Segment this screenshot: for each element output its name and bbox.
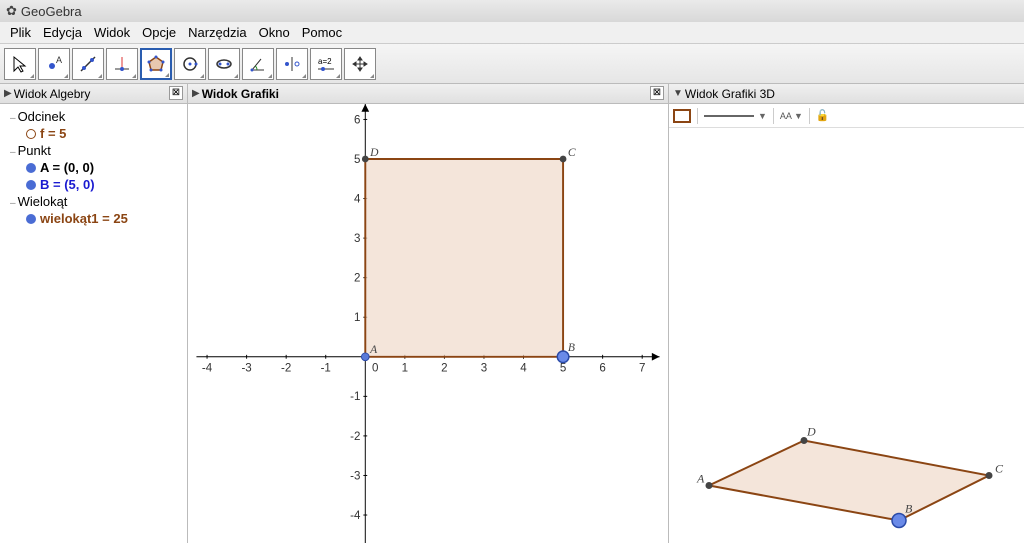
graphics3d-panel: ▼ Widok Grafiki 3D ▼ AA ▼ 🔓 A	[669, 84, 1024, 543]
svg-text:a=2: a=2	[318, 57, 332, 66]
graphics-panel: ▶ Widok Grafiki ⊠ -4 -3 -2 -1 0 1	[188, 84, 669, 543]
tree-item-b[interactable]: B = (5, 0)	[2, 176, 185, 193]
svg-text:-4: -4	[202, 362, 213, 374]
tool-reflect[interactable]	[276, 48, 308, 80]
tool-line[interactable]	[72, 48, 104, 80]
app-icon: ✿	[6, 3, 17, 19]
point-label-b: B	[568, 341, 575, 354]
tool-perpendicular[interactable]	[106, 48, 138, 80]
svg-text:2: 2	[354, 273, 360, 285]
svg-text:-1: -1	[321, 362, 331, 374]
main-area: ▶ Widok Algebry ⊠ –Odcinek f = 5 –Punkt …	[0, 84, 1024, 543]
svg-text:-4: -4	[350, 510, 361, 522]
menu-edit[interactable]: Edycja	[37, 23, 88, 42]
disclosure-icon[interactable]: ▶	[4, 88, 12, 99]
algebra-panel: ▶ Widok Algebry ⊠ –Odcinek f = 5 –Punkt …	[0, 84, 188, 543]
svg-text:1: 1	[402, 362, 408, 374]
menu-file[interactable]: Plik	[4, 23, 37, 42]
svg-text:-2: -2	[350, 431, 360, 443]
svg-text:-3: -3	[350, 470, 360, 482]
svg-text:3: 3	[354, 233, 360, 245]
line-style-picker[interactable]: ▼	[704, 111, 767, 121]
disclosure-icon[interactable]: ▼	[673, 88, 683, 99]
svg-text:5: 5	[560, 362, 566, 374]
svg-text:A: A	[56, 55, 62, 65]
tree-item-a[interactable]: A = (0, 0)	[2, 159, 185, 176]
menu-tools[interactable]: Narzędzia	[182, 23, 253, 42]
svg-text:6: 6	[599, 362, 605, 374]
svg-text:-2: -2	[281, 362, 291, 374]
point-label-a: A	[369, 343, 378, 356]
tool-polygon[interactable]	[140, 48, 172, 80]
svg-text:6: 6	[354, 114, 360, 126]
tool-point[interactable]: A	[38, 48, 70, 80]
chevron-down-icon: ▼	[758, 111, 767, 121]
lock-icon[interactable]: 🔓	[816, 109, 830, 122]
algebra-tree: –Odcinek f = 5 –Punkt A = (0, 0) B = (5,…	[0, 104, 187, 543]
tool-move[interactable]	[4, 48, 36, 80]
graphics3d-canvas[interactable]: A B C D	[669, 128, 1024, 543]
svg-text:4: 4	[354, 193, 361, 205]
svg-text:-3: -3	[241, 362, 251, 374]
tree-group-point[interactable]: –Punkt	[2, 142, 185, 159]
graphics3d-title: Widok Grafiki 3D	[685, 87, 775, 101]
svg-text:-1: -1	[350, 391, 360, 403]
window-title-bar: ✿ GeoGebra	[0, 0, 1024, 22]
font-size-picker[interactable]: AA ▼	[780, 111, 803, 121]
color-swatch[interactable]	[673, 109, 691, 123]
graphics-canvas[interactable]: -4 -3 -2 -1 0 1 2 3 4 5 6 7 6 5 4	[188, 104, 668, 543]
chevron-down-icon: ▼	[794, 111, 803, 121]
point-label-c: C	[568, 146, 576, 159]
svg-text:7: 7	[639, 362, 645, 374]
svg-text:0: 0	[372, 362, 378, 374]
tool-move-view[interactable]	[344, 48, 376, 80]
tree-group-segment[interactable]: –Odcinek	[2, 108, 185, 125]
algebra-header[interactable]: ▶ Widok Algebry ⊠	[0, 84, 187, 104]
svg-text:B: B	[905, 502, 913, 516]
graphics-header[interactable]: ▶ Widok Grafiki ⊠	[188, 84, 668, 104]
disclosure-icon[interactable]: ▶	[192, 88, 200, 99]
svg-text:5: 5	[354, 154, 360, 166]
menu-window[interactable]: Okno	[253, 23, 296, 42]
svg-text:4: 4	[520, 362, 527, 374]
tree-item-polygon[interactable]: wielokąt1 = 25	[2, 210, 185, 227]
graphics3d-header[interactable]: ▼ Widok Grafiki 3D	[669, 84, 1024, 104]
tool-ellipse[interactable]	[208, 48, 240, 80]
svg-text:C: C	[995, 462, 1004, 476]
svg-text:3: 3	[481, 362, 487, 374]
svg-text:A: A	[696, 472, 705, 486]
tool-angle[interactable]	[242, 48, 274, 80]
menu-view[interactable]: Widok	[88, 23, 136, 42]
tool-slider[interactable]: a=2	[310, 48, 342, 80]
svg-text:2: 2	[441, 362, 447, 374]
tree-item-f[interactable]: f = 5	[2, 125, 185, 142]
menu-options[interactable]: Opcje	[136, 23, 182, 42]
app-title: GeoGebra	[21, 4, 82, 19]
point-label-d: D	[369, 146, 379, 159]
svg-text:1: 1	[354, 312, 360, 324]
close-icon[interactable]: ⊠	[169, 86, 183, 100]
tree-group-polygon[interactable]: –Wielokąt	[2, 193, 185, 210]
menu-help[interactable]: Pomoc	[296, 23, 348, 42]
algebra-title: Widok Algebry	[14, 87, 91, 101]
close-icon[interactable]: ⊠	[650, 86, 664, 100]
toolbar: A a=2	[0, 44, 1024, 84]
graphics-title: Widok Grafiki	[202, 87, 279, 101]
graphics3d-toolbar: ▼ AA ▼ 🔓	[669, 104, 1024, 128]
tool-circle[interactable]	[174, 48, 206, 80]
svg-text:D: D	[806, 425, 816, 439]
menu-bar: Plik Edycja Widok Opcje Narzędzia Okno P…	[0, 22, 1024, 44]
